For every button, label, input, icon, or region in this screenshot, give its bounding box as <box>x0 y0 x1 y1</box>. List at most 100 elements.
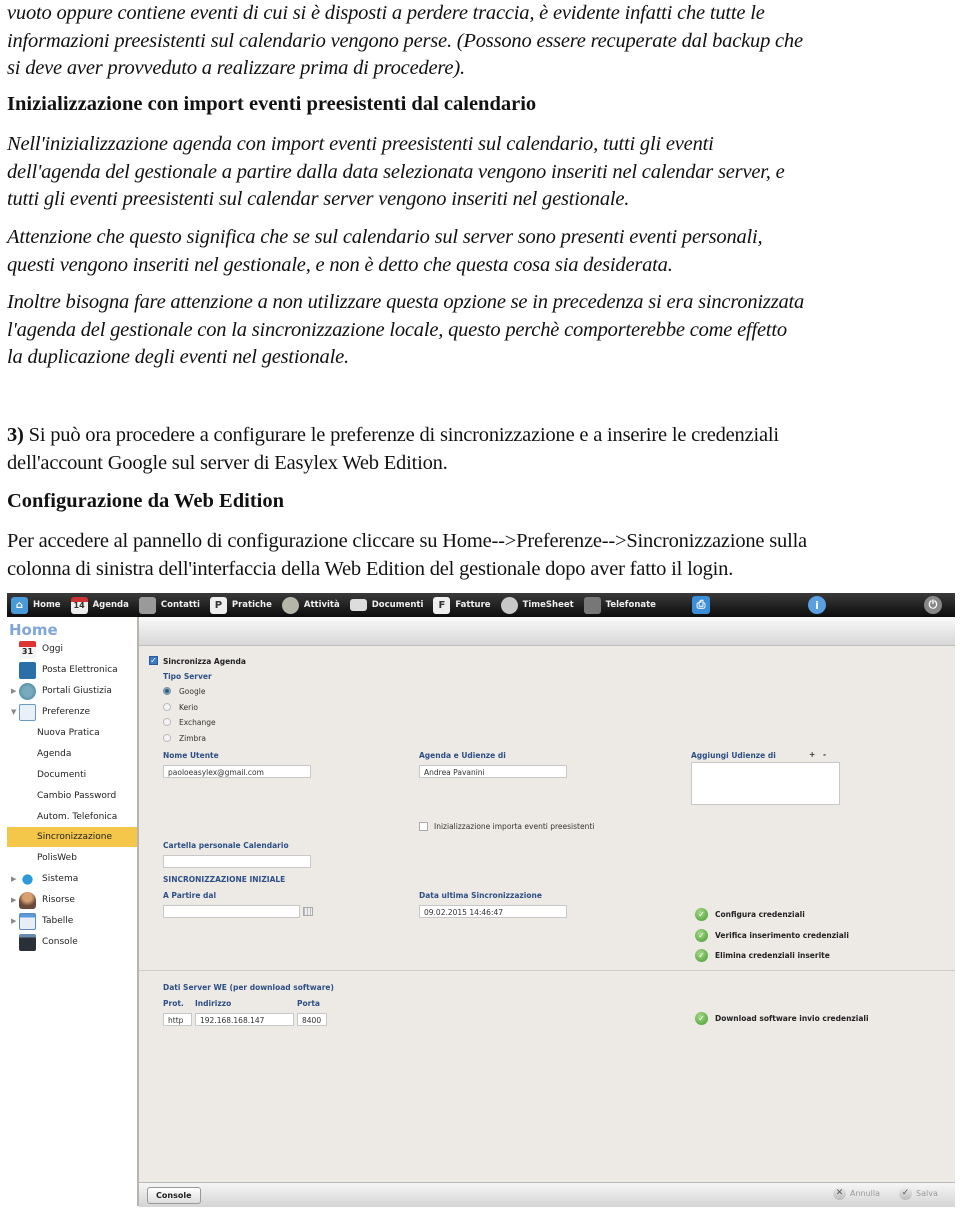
toolbar-contatti[interactable]: Contatti <box>135 593 200 617</box>
radio-exchange[interactable] <box>163 718 171 726</box>
sidebar-item-risorse[interactable]: ▶ Risorse <box>7 890 135 910</box>
address-label: Indirizzo <box>195 999 232 1008</box>
radio-kerio-label: Kerio <box>179 703 198 712</box>
text-line: la duplicazione degli eventi nel gestion… <box>7 346 349 368</box>
check-icon: ✓ <box>695 908 708 921</box>
toolbar-label: Pratiche <box>231 600 272 610</box>
verify-credentials-link[interactable]: Verifica inserimento credenziali <box>715 931 849 940</box>
radio-google[interactable] <box>163 687 171 695</box>
delete-credentials-link[interactable]: Elimina credenziali inserite <box>715 951 830 960</box>
paragraph-init-import: Nell'inizializzazione agenda con import … <box>7 131 785 214</box>
sidebar-title[interactable]: Home <box>9 621 58 639</box>
check-icon: ✓ <box>695 1012 708 1025</box>
text-line: dell'account Google sul server di Easyle… <box>7 451 448 474</box>
toolbar-label: Documenti <box>371 600 424 610</box>
sidebar-item-console[interactable]: Console <box>7 932 135 952</box>
contacts-icon <box>138 596 156 614</box>
configure-credentials-link[interactable]: Configura credenziali <box>715 910 805 919</box>
toolbar-fatture[interactable]: F Fatture <box>429 593 491 617</box>
text-line: Nell'inizializzazione agenda con import … <box>7 133 714 155</box>
power-icon[interactable]: ⏻ <box>924 596 942 614</box>
expander[interactable]: ▶ <box>11 875 19 883</box>
sidebar-item-label: Sincronizzazione <box>37 832 113 842</box>
paragraph-intro: vuoto oppure contiene eventi di cui si è… <box>7 0 803 83</box>
text-line: Per accedere al pannello di configurazio… <box>7 530 807 552</box>
port-input[interactable]: 8400 <box>297 1013 327 1026</box>
sidebar-item-label: Console <box>42 937 78 947</box>
sidebar-item-label: Autom. Telefonica <box>37 812 118 822</box>
toolbar-agenda[interactable]: 14 Agenda <box>67 593 129 617</box>
toolbar-label: Home <box>33 600 61 610</box>
clock-icon <box>500 596 518 614</box>
radio-google-label: Google <box>179 687 206 696</box>
sidebar-item-preferenze[interactable]: ▼ Preferenze <box>7 702 135 722</box>
printer-icon[interactable]: ⎙ <box>692 596 710 614</box>
sidebar-item-label: Posta Elettronica <box>42 665 118 675</box>
toolbar-label: Telefonate <box>605 600 656 610</box>
users-icon <box>19 891 36 909</box>
radio-zimbra[interactable] <box>163 734 171 742</box>
check-icon: ✓ <box>695 949 708 962</box>
info-icon[interactable]: i <box>808 596 826 614</box>
radio-kerio[interactable] <box>163 703 171 711</box>
save-button[interactable]: ✓ Salva <box>899 1187 938 1200</box>
sidebar-item-tabelle[interactable]: ▶ Tabelle <box>7 911 135 931</box>
toolbar-label: TimeSheet <box>522 600 574 610</box>
sync-agenda-label: Sincronizza Agenda <box>163 657 246 666</box>
activity-icon <box>281 596 299 614</box>
phone-icon <box>583 596 601 614</box>
toolbar-pratiche[interactable]: P Pratiche <box>206 593 272 617</box>
expander[interactable]: ▼ <box>11 708 19 716</box>
toolbar-label: Fatture <box>455 600 491 610</box>
sidebar-item-sistema[interactable]: ▶ Sistema <box>7 869 135 889</box>
text-line: 3) Si può ora procedere a configurare le… <box>7 422 779 450</box>
sidebar-item-label: Tabelle <box>42 916 74 926</box>
username-input[interactable]: paoloeasylex@gmail.com <box>163 765 311 778</box>
sidebar-item-label: Sistema <box>42 874 79 884</box>
toolbar-label: Attività <box>303 600 340 610</box>
sidebar-item-label: Agenda <box>37 749 72 759</box>
sync-agenda-checkbox[interactable]: ✓ <box>149 656 158 665</box>
sidebar-item-posta[interactable]: Posta Elettronica <box>7 660 135 680</box>
date-picker-icon[interactable] <box>303 907 313 916</box>
toolbar-telefonate[interactable]: Telefonate <box>580 593 656 617</box>
text-line: dell'agenda del gestionale a partire dal… <box>7 160 785 183</box>
port-label: Porta <box>297 999 320 1008</box>
prot-label: Prot. <box>163 999 184 1008</box>
sidebar-item-oggi[interactable]: 31 Oggi <box>7 639 135 659</box>
calendar-folder-input[interactable] <box>163 855 311 868</box>
toolbar-label: Contatti <box>160 600 200 610</box>
server-data-header: Dati Server WE (per download software) <box>163 983 334 992</box>
panel-footer: Console ✕ Annulla ✓ Salva <box>139 1182 955 1207</box>
toolbar-attivita[interactable]: Attività <box>278 593 340 617</box>
add-hearings-list[interactable] <box>691 762 840 805</box>
panel-header <box>139 617 955 646</box>
prot-input[interactable]: http <box>163 1013 192 1026</box>
expander[interactable]: ▶ <box>11 917 19 925</box>
last-sync-input: 09.02.2015 14:46:47 <box>419 905 567 918</box>
console-button[interactable]: Console <box>147 1187 201 1204</box>
cancel-button[interactable]: ✕ Annulla <box>833 1187 880 1200</box>
sync-settings-panel: ✓ Sincronizza Agenda Tipo Server Google … <box>139 617 955 1182</box>
sidebar-item-label: Cambio Password <box>37 791 117 801</box>
toolbar-timesheet[interactable]: TimeSheet <box>497 593 574 617</box>
init-import-checkbox[interactable] <box>419 822 428 831</box>
download-software-link[interactable]: Download software invio credenziali <box>715 1014 869 1023</box>
text-line: tutti gli eventi preesistenti sul calend… <box>7 188 630 210</box>
address-input[interactable]: 192.168.168.147 <box>195 1013 294 1026</box>
text-line: vuoto oppure contiene eventi di cui si è… <box>7 2 765 24</box>
agenda-input[interactable]: Andrea Pavanini <box>419 765 567 778</box>
sidebar-item-label: Risorse <box>42 895 75 905</box>
toolbar-label: Agenda <box>92 600 129 610</box>
sidebar-item-portali[interactable]: ▶ Portali Giustizia <box>7 681 135 701</box>
paragraph-access: Per accedere al pannello di configurazio… <box>7 528 807 583</box>
add-hearing-button[interactable]: + <box>809 750 815 759</box>
toolbar-documenti[interactable]: Documenti <box>346 593 424 617</box>
expander[interactable]: ▶ <box>11 896 19 904</box>
remove-hearing-button[interactable]: - <box>823 750 826 759</box>
toolbar-home[interactable]: ⌂ Home <box>7 593 61 617</box>
calendar-folder-label: Cartella personale Calendario <box>163 841 289 850</box>
start-from-input[interactable] <box>163 905 300 918</box>
expander[interactable]: ▶ <box>11 687 19 695</box>
pratiche-icon: P <box>209 596 227 614</box>
